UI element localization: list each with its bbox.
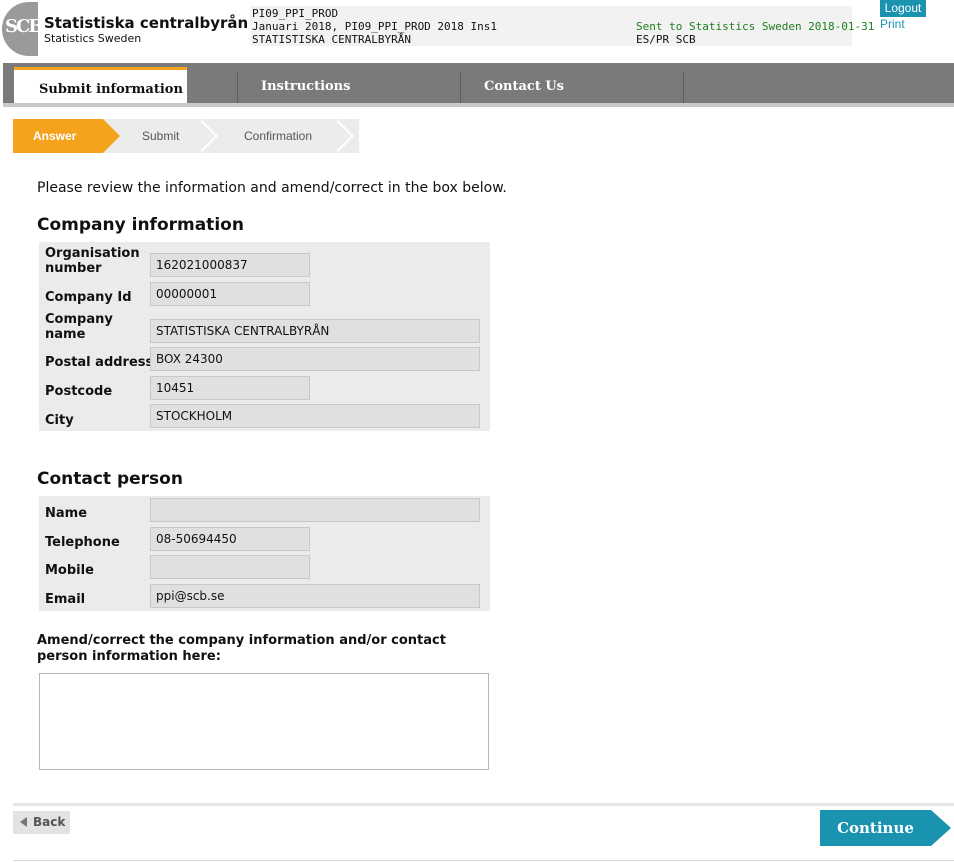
field-label: Telephone (45, 535, 120, 550)
organisation-number-field: 162021000837 (150, 253, 310, 277)
tab-instructions[interactable]: Instructions (261, 71, 461, 103)
city-field: STOCKHOLM (150, 404, 480, 428)
continue-label: Continue (837, 819, 914, 837)
survey-info-panel: PI09_PPI_PROD Januari 2018, PI09_PPI_PRO… (250, 6, 874, 46)
arrow-right-icon (931, 810, 951, 846)
nav-divider (460, 71, 461, 103)
sent-status: Sent to Statistics Sweden 2018-01-31 (636, 20, 875, 33)
field-label: Company Id (45, 290, 132, 305)
telephone-field: 08-50694450 (150, 527, 310, 551)
field-label: City (45, 413, 74, 428)
logo-subtitle: Statistics Sweden (44, 32, 142, 45)
nav-divider (237, 71, 238, 103)
logout-button[interactable]: Logout (880, 0, 926, 17)
survey-period: Januari 2018, PI09_PPI_PROD 2018 Ins1 (252, 20, 498, 33)
field-label: Mobile (45, 563, 94, 578)
footer-divider (13, 803, 954, 806)
step-arrow (198, 119, 215, 153)
amend-textarea[interactable] (39, 673, 489, 770)
field-label: Company name (45, 312, 113, 342)
intro-text: Please review the information and amend/… (37, 180, 507, 196)
contact-person-heading: Contact person (37, 469, 183, 489)
unit-code: ES/PR SCB (636, 33, 696, 46)
nav-underline (3, 103, 954, 107)
back-label: Back (33, 815, 66, 829)
progress-steps: Answer Submit Confirmation (13, 119, 359, 153)
mobile-field (150, 555, 310, 579)
contact-person-panel: Name Telephone 08-50694450 Mobile Email … (39, 496, 490, 611)
postal-address-field: BOX 24300 (150, 347, 480, 371)
logo-name: Statistiska centralbyrån (44, 14, 249, 32)
step-arrow (103, 119, 120, 153)
main-nav: Submit information Instructions Contact … (3, 63, 954, 103)
email-field: ppi@scb.se (150, 584, 480, 608)
contact-name-field (150, 498, 480, 522)
step-answer: Answer (33, 129, 77, 143)
bottom-divider (13, 860, 954, 861)
field-label: Postal address (45, 355, 154, 370)
amend-label: Amend/correct the company information an… (37, 633, 446, 664)
nav-divider (683, 71, 684, 103)
field-label: Organisation number (45, 246, 140, 276)
field-label: Email (45, 592, 86, 607)
company-id-field: 00000001 (150, 282, 310, 306)
company-info-heading: Company information (37, 215, 244, 235)
field-label: Postcode (45, 384, 113, 399)
company-name-field: STATISTISKA CENTRALBYRÅN (150, 319, 480, 343)
back-button[interactable]: Back (13, 811, 70, 834)
print-link[interactable]: Print (880, 17, 905, 31)
survey-code: PI09_PPI_PROD (252, 7, 339, 20)
step-submit: Submit (142, 129, 180, 143)
postcode-field: 10451 (150, 376, 310, 400)
step-arrow (334, 119, 351, 153)
organisation-name: STATISTISKA CENTRALBYRÅN (252, 33, 411, 46)
field-label: Name (45, 506, 88, 521)
step-confirmation: Confirmation (244, 129, 313, 143)
company-info-panel: Organisation number 162021000837 Company… (39, 242, 490, 431)
continue-button[interactable]: Continue (820, 810, 951, 846)
scb-logo-mark: SCB (2, 2, 44, 56)
tab-contact-us[interactable]: Contact Us (484, 71, 684, 103)
chevron-left-icon (20, 817, 27, 827)
scb-logo: SCB Statistiska centralbyrån Statistics … (2, 2, 248, 58)
tab-submit-information[interactable]: Submit information (14, 67, 187, 103)
